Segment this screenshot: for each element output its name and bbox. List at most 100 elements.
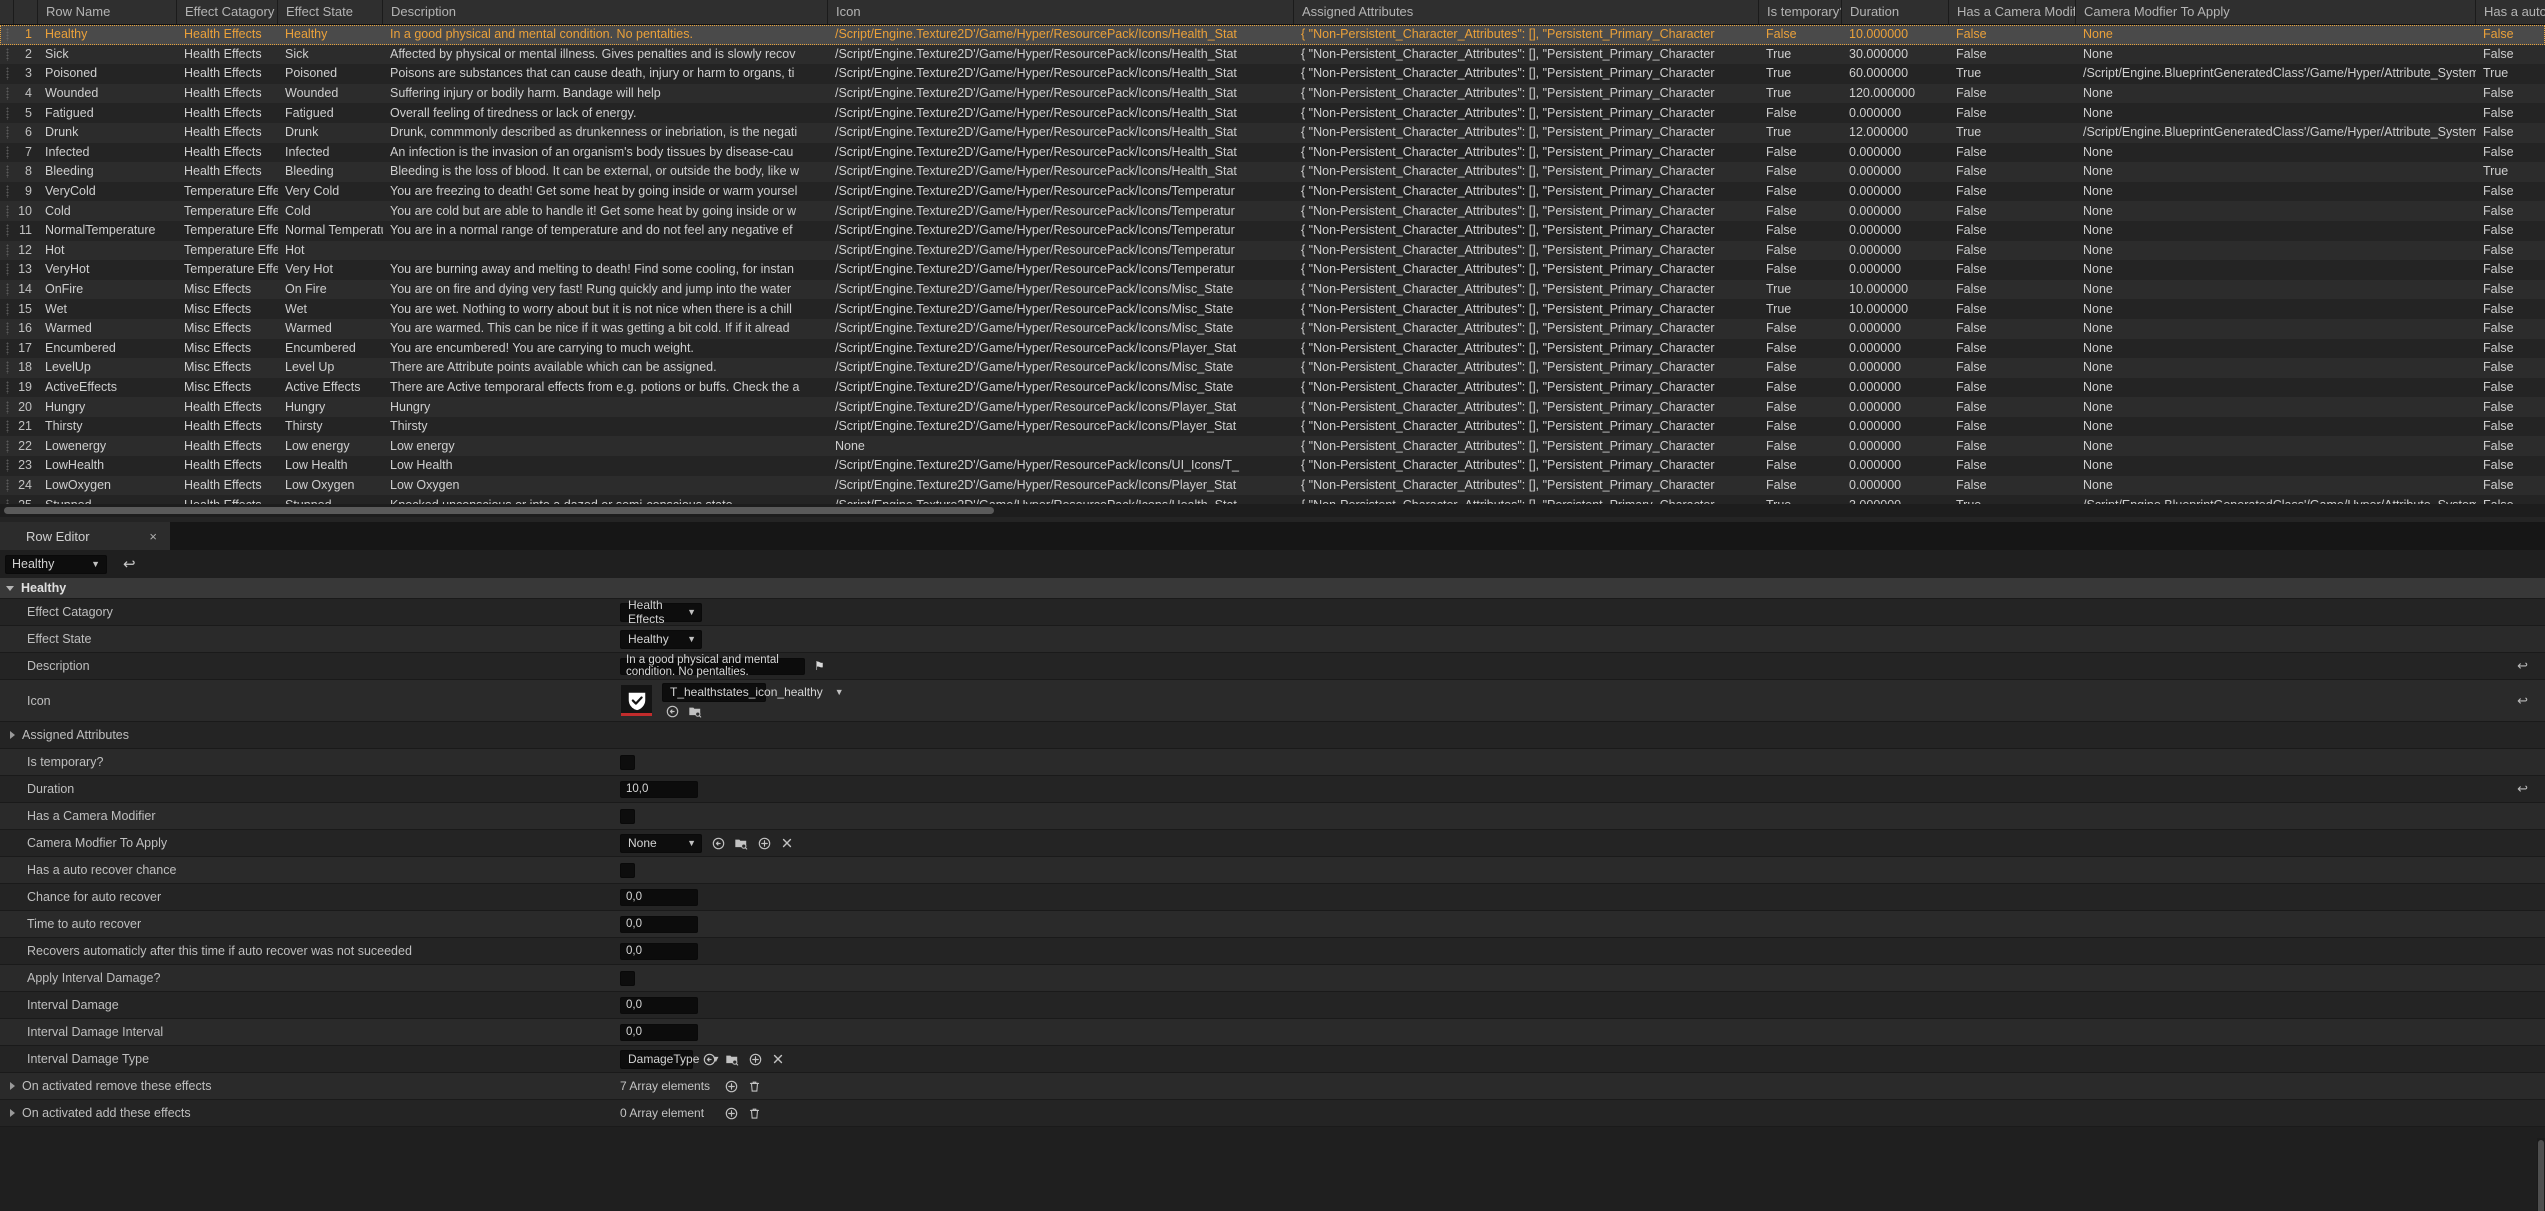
duration-input[interactable]: 10,0 <box>620 780 698 798</box>
table-row[interactable]: 6 Drunk Health Effects Drunk Drunk, commmonl… <box>0 122 2545 143</box>
table-row[interactable]: 14 OnFire Misc Effects On Fire You are on fi… <box>0 279 2545 300</box>
row-drag-handle-icon[interactable] <box>0 478 14 492</box>
row-drag-handle-icon[interactable] <box>0 302 14 316</box>
add-array-element-icon[interactable] <box>724 1106 738 1120</box>
column-header-effect-catagory[interactable]: Effect Catagory <box>177 0 278 24</box>
interval-damage-interval-input[interactable]: 0,0 <box>620 1023 698 1041</box>
row-drag-handle-icon[interactable] <box>0 126 14 140</box>
delete-array-icon[interactable] <box>747 1079 761 1093</box>
row-drag-handle-icon[interactable] <box>0 28 14 42</box>
row-drag-handle-icon[interactable] <box>0 400 14 414</box>
use-selected-asset-icon[interactable] <box>665 705 679 719</box>
column-header-row-name[interactable]: Row Name <box>38 0 177 24</box>
table-row[interactable]: 24 LowOxygen Health Effects Low Oxygen Low O… <box>0 475 2545 496</box>
table-row[interactable]: 10 Cold Temperature Effects Cold You are col… <box>0 201 2545 221</box>
chance-auto-recover-input[interactable]: 0,0 <box>620 888 698 906</box>
has-camera-modifier-checkbox[interactable] <box>620 808 635 824</box>
row-drag-handle-icon[interactable] <box>0 145 14 159</box>
row-drag-handle-icon[interactable] <box>0 361 14 375</box>
icon-thumbnail[interactable] <box>620 684 653 717</box>
effect-state-dropdown[interactable]: Healthy ▼ <box>620 629 702 649</box>
row-drag-handle-icon[interactable] <box>0 67 14 81</box>
table-row[interactable]: 9 VeryCold Temperature Effects Very Cold You… <box>0 181 2545 202</box>
icon-asset-dropdown[interactable]: T_healthstates_icon_healthy ▼ <box>662 682 844 702</box>
table-row[interactable]: 8 Bleeding Health Effects Bleeding Bleeding … <box>0 162 2545 182</box>
table-row[interactable]: 5 Fatigued Health Effects Fatigued Overall f… <box>0 103 2545 123</box>
row-drag-handle-icon[interactable] <box>0 87 14 101</box>
row-drag-handle-icon[interactable] <box>0 106 14 120</box>
row-selector-dropdown[interactable]: Healthy ▼ <box>5 554 107 574</box>
row-drag-handle-icon[interactable] <box>0 185 14 199</box>
row-drag-handle-icon[interactable] <box>0 322 14 336</box>
clear-asset-icon[interactable] <box>780 836 794 850</box>
reset-to-default-icon[interactable]: ↩ <box>2517 781 2528 797</box>
table-row[interactable]: 12 Hot Temperature Effects Hot/Script/Engin… <box>0 240 2545 261</box>
clear-asset-icon[interactable] <box>771 1052 785 1066</box>
close-icon[interactable]: × <box>149 530 157 543</box>
browse-to-asset-icon[interactable] <box>725 1052 739 1066</box>
reset-to-default-icon[interactable]: ↩ <box>2517 658 2528 674</box>
column-header-has-auto-recover[interactable]: Has a auto recover chance <box>2476 0 2545 24</box>
is-temporary-checkbox[interactable] <box>620 754 635 770</box>
column-header-camera-modifier[interactable]: Camera Modfier To Apply <box>2076 0 2476 24</box>
apply-interval-damage-checkbox[interactable] <box>620 970 635 986</box>
row-drag-handle-icon[interactable] <box>0 380 14 394</box>
table-row[interactable]: 15 Wet Misc Effects Wet You are wet. Nothing… <box>0 299 2545 319</box>
interval-damage-input[interactable]: 0,0 <box>620 996 698 1014</box>
row-drag-handle-icon[interactable] <box>0 204 14 218</box>
row-drag-handle-icon[interactable] <box>0 263 14 277</box>
camera-modifier-dropdown[interactable]: None ▼ <box>620 833 702 853</box>
column-header-effect-state[interactable]: Effect State <box>278 0 383 24</box>
add-array-element-icon[interactable] <box>724 1079 738 1093</box>
column-header-description[interactable]: Description <box>383 0 828 24</box>
row-editor-vertical-scrollbar[interactable] <box>2537 1138 2545 1211</box>
undo-icon[interactable]: ↩ <box>123 557 136 572</box>
table-horizontal-scroll-thumb[interactable] <box>4 507 994 514</box>
row-drag-handle-icon[interactable] <box>0 224 14 238</box>
property-row-assigned-attributes[interactable]: Assigned Attributes <box>0 722 2545 749</box>
table-row[interactable]: 13 VeryHot Temperature Effects Very Hot You … <box>0 260 2545 280</box>
row-drag-handle-icon[interactable] <box>0 283 14 297</box>
reset-to-default-icon[interactable]: ↩ <box>2517 693 2528 709</box>
row-drag-handle-icon[interactable] <box>0 439 14 453</box>
table-row[interactable]: 19 ActiveEffects Misc Effects Active Effect… <box>0 377 2545 398</box>
tab-row-editor[interactable]: Row Editor × <box>0 522 170 550</box>
property-section-header[interactable]: Healthy <box>0 578 2545 599</box>
table-row[interactable]: 17 Encumbered Misc Effects Encumbered You ar… <box>0 338 2545 359</box>
delete-array-icon[interactable] <box>747 1106 761 1120</box>
interval-damage-type-dropdown[interactable]: DamageType ▼ <box>620 1049 720 1069</box>
recovers-automatically-input[interactable]: 0,0 <box>620 942 698 960</box>
description-input[interactable]: In a good physical and mental condition.… <box>620 654 805 678</box>
new-asset-icon[interactable] <box>748 1052 762 1066</box>
row-drag-handle-icon[interactable] <box>0 243 14 257</box>
browse-to-asset-icon[interactable] <box>734 836 748 850</box>
property-label[interactable]: Assigned Attributes <box>0 728 620 742</box>
effect-catagory-dropdown[interactable]: Health Effects ▼ <box>620 598 702 626</box>
column-header-has-camera-modifier[interactable]: Has a Camera Modifier <box>1949 0 2076 24</box>
table-row[interactable]: 16 Warmed Misc Effects Warmed You are warmed… <box>0 318 2545 339</box>
column-header-is-temporary[interactable]: Is temporary? <box>1759 0 1842 24</box>
row-editor-vertical-scroll-thumb[interactable] <box>2538 1140 2544 1211</box>
column-header-assigned-attributes[interactable]: Assigned Attributes <box>1294 0 1759 24</box>
browse-to-asset-icon[interactable] <box>688 705 702 719</box>
column-header-icon[interactable]: Icon <box>828 0 1294 24</box>
row-drag-handle-icon[interactable] <box>0 165 14 179</box>
use-selected-asset-icon[interactable] <box>702 1052 716 1066</box>
time-auto-recover-input[interactable]: 0,0 <box>620 915 698 933</box>
new-asset-icon[interactable] <box>757 836 771 850</box>
table-row[interactable]: 23 LowHealth Health Effects Low Health Low H… <box>0 456 2545 476</box>
table-row[interactable]: 20 Hungry Health Effects Hungry Hungry/Scrip… <box>0 397 2545 417</box>
property-label[interactable]: On activated remove these effects <box>0 1079 620 1093</box>
table-row[interactable]: 4 Wounded Health Effects Wounded Suffering i… <box>0 83 2545 104</box>
table-horizontal-scrollbar[interactable] <box>0 504 2545 517</box>
row-drag-handle-icon[interactable] <box>0 459 14 473</box>
property-label[interactable]: On activated add these effects <box>0 1106 620 1120</box>
table-row[interactable]: 22 Lowenergy Health Effects Low energy Low e… <box>0 436 2545 457</box>
has-auto-recover-checkbox[interactable] <box>620 862 635 878</box>
table-row[interactable]: 3 Poisoned Health Effects Poisoned Poisons a… <box>0 64 2545 84</box>
table-row[interactable]: 21 Thirsty Health Effects Thirsty Thirsty/Sc… <box>0 416 2545 437</box>
row-drag-handle-icon[interactable] <box>0 341 14 355</box>
table-row[interactable]: 2 Sick Health Effects Sick Affected by physi… <box>0 44 2545 65</box>
localization-flag-icon[interactable]: ⚑ <box>814 659 825 673</box>
use-selected-asset-icon[interactable] <box>711 836 725 850</box>
